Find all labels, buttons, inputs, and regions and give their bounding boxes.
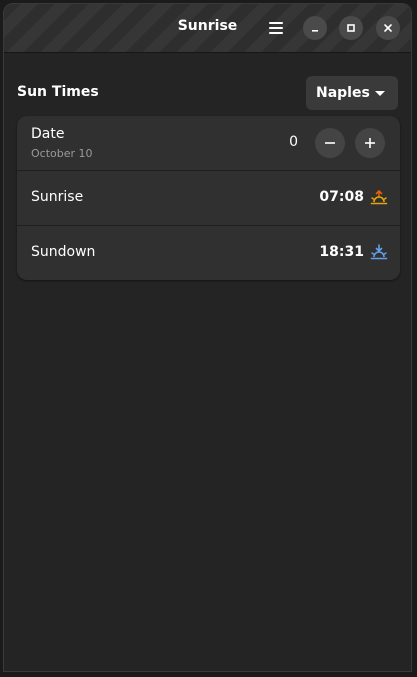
sunrise-time: 07:08 (319, 189, 364, 205)
plus-icon (365, 138, 375, 148)
minimize-icon (312, 30, 318, 32)
menu-icon-line (269, 22, 283, 24)
date-offset-value: 0 (289, 134, 298, 150)
location-dropdown[interactable]: Naples (306, 76, 398, 110)
maximize-icon (347, 24, 355, 32)
sunrise-row: Sunrise 07:08 (17, 171, 400, 226)
sundown-label: Sundown (31, 244, 96, 260)
chevron-down-icon (375, 91, 385, 96)
sunset-icon (370, 244, 388, 260)
menu-icon-line (269, 27, 283, 29)
app-window: Sunrise Sun Times Naples Date October 10… (3, 3, 412, 672)
maximize-button[interactable] (339, 16, 363, 40)
close-button[interactable] (376, 16, 400, 40)
section-title: Sun Times (17, 84, 99, 100)
minus-icon (325, 142, 335, 144)
menu-icon-line (269, 32, 283, 34)
location-label: Naples (316, 85, 370, 101)
minimize-button[interactable] (303, 16, 327, 40)
main-menu-button[interactable] (264, 16, 288, 40)
sundown-row: Sundown 18:31 (17, 226, 400, 280)
close-icon (384, 24, 392, 32)
date-row: Date October 10 0 (17, 116, 400, 171)
header-bar: Sunrise (4, 4, 411, 53)
date-subtitle: October 10 (31, 147, 93, 160)
increment-date-button[interactable] (355, 128, 385, 158)
sunrise-icon (370, 190, 388, 205)
sundown-time: 18:31 (319, 244, 364, 260)
decrement-date-button[interactable] (315, 128, 345, 158)
sun-times-list: Date October 10 0 Sunrise 07:08 Sundown … (17, 116, 400, 280)
date-title: Date (31, 126, 65, 142)
sunrise-label: Sunrise (31, 189, 84, 205)
